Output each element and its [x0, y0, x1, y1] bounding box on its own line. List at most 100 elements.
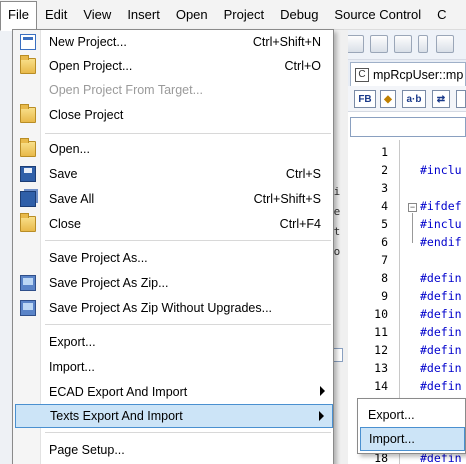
code-line: 3: [348, 179, 466, 197]
menu-item-shortcut: Ctrl+S: [285, 167, 321, 181]
menu-item-label: Save Project As Zip Without Upgrades...: [49, 301, 273, 315]
toolbar-button-2[interactable]: [370, 35, 388, 53]
menu-item-label: Close Project: [49, 108, 124, 122]
menu-open[interactable]: Open: [168, 2, 216, 28]
menu-debug[interactable]: Debug: [272, 2, 326, 28]
code-line: 9 #defin: [348, 287, 466, 305]
code-line: 2 #inclu: [348, 161, 466, 179]
code-text: #inclu: [420, 217, 462, 231]
menu-item-save-all[interactable]: Save All Ctrl+Shift+S: [15, 187, 333, 211]
line-number: 11: [374, 325, 388, 339]
code-line: 5 #inclu: [348, 215, 466, 233]
menu-file[interactable]: File: [0, 0, 37, 31]
menu-item-close-project[interactable]: Close Project: [15, 103, 333, 127]
new-project-icon: [20, 34, 36, 50]
menu-item-close[interactable]: Close Ctrl+F4: [15, 212, 333, 236]
menu-item-label: ECAD Export And Import: [49, 385, 188, 399]
menu-item-page-setup[interactable]: Page Setup...: [15, 438, 333, 462]
submenu-arrow-icon: [320, 386, 325, 396]
menu-item-save-project-as[interactable]: Save Project As...: [15, 246, 333, 270]
menu-item-label: Page Setup...: [49, 443, 125, 457]
computer-icon: [20, 275, 36, 291]
editor-tab-strip: C mpRcpUser::mp: [348, 60, 466, 86]
menu-item-texts-export-and-import[interactable]: Texts Export And Import: [15, 404, 333, 428]
line-number: 12: [374, 343, 388, 357]
menu-source-control[interactable]: Source Control: [326, 2, 429, 28]
ab-button[interactable]: a·b: [402, 90, 426, 108]
code-line: 8 #defin: [348, 269, 466, 287]
line-number: 10: [374, 307, 388, 321]
menu-item-shortcut: Ctrl+Shift+N: [252, 35, 321, 49]
folder-icon: [20, 104, 36, 123]
bookmark-icon[interactable]: ◆: [380, 90, 396, 108]
code-text: #defin: [420, 379, 462, 393]
menu-item-shortcut: Ctrl+Shift+S: [253, 192, 321, 206]
menu-item-label: Save Project As Zip...: [49, 276, 169, 290]
menu-view[interactable]: View: [75, 2, 119, 28]
disk-icon: [20, 166, 36, 182]
menu-item-label: Save: [49, 167, 78, 181]
menu-bar: File Edit View Insert Open Project Debug…: [0, 0, 466, 31]
menu-item-label: Open...: [49, 142, 90, 156]
menu-item-label: New Project...: [49, 35, 127, 49]
toolbar-button-3[interactable]: [394, 35, 412, 53]
folder-icon: [20, 138, 36, 157]
fold-toggle-icon[interactable]: −: [408, 203, 417, 212]
line-number: 7: [381, 253, 388, 267]
menu-item-new-project[interactable]: New Project... Ctrl+Shift+N: [15, 30, 333, 54]
code-line: 10 #defin: [348, 305, 466, 323]
line-number: 3: [381, 181, 388, 195]
menu-item-label: Close: [49, 217, 81, 231]
code-text: #inclu: [420, 163, 462, 177]
fb-button[interactable]: FB: [354, 90, 376, 108]
menu-separator: [45, 432, 331, 433]
menu-item-label: Save Project As...: [49, 251, 148, 265]
folder-icon: [20, 55, 36, 74]
code-line: 14 #defin: [348, 377, 466, 395]
code-line: 11 #defin: [348, 323, 466, 341]
computer-icon: [20, 300, 36, 316]
save-all-icon: [20, 191, 36, 207]
code-line: 7: [348, 251, 466, 269]
menu-separator: [45, 240, 331, 241]
swap-button[interactable]: ⇄: [432, 90, 450, 108]
menu-item-label: Open Project...: [49, 59, 133, 73]
folder-icon: [20, 213, 36, 232]
menu-item-label: Texts Export And Import: [50, 409, 183, 423]
editor-tab-title: mpRcpUser::mp: [373, 67, 464, 82]
submenu-item-import[interactable]: Import...: [360, 427, 465, 451]
code-line: 12 #defin: [348, 341, 466, 359]
line-number: 8: [381, 271, 388, 285]
editor-search-input[interactable]: [350, 117, 466, 137]
menu-item-save-project-as-zip[interactable]: Save Project As Zip...: [15, 271, 333, 295]
menu-item-open-project[interactable]: Open Project... Ctrl+O: [15, 54, 333, 78]
menu-project[interactable]: Project: [216, 2, 272, 28]
c-file-icon: C: [355, 67, 369, 82]
menu-edit[interactable]: Edit: [37, 2, 75, 28]
line-number: 9: [381, 289, 388, 303]
menu-insert[interactable]: Insert: [119, 2, 168, 28]
submenu-item-export[interactable]: Export...: [360, 403, 465, 427]
code-line: 6 #endif: [348, 233, 466, 251]
more-button[interactable]: [456, 90, 466, 108]
menu-more[interactable]: C: [429, 2, 454, 28]
code-text: #defin: [420, 361, 462, 375]
menu-item-import[interactable]: Import...: [15, 355, 333, 379]
menu-item-save-project-as-zip-without-upgrades[interactable]: Save Project As Zip Without Upgrades...: [15, 296, 333, 320]
code-text: #defin: [420, 289, 462, 303]
editor-toolbar: FB ◆ a·b ⇄: [348, 86, 466, 112]
menu-item-label: Open Project From Target...: [49, 83, 203, 97]
toolbar-button-4[interactable]: [436, 35, 454, 53]
menu-item-open[interactable]: Open...: [15, 137, 333, 161]
code-text: #defin: [420, 271, 462, 285]
code-text: #defin: [420, 343, 462, 357]
submenu-arrow-icon: [319, 411, 324, 421]
code-line: 13 #defin: [348, 359, 466, 377]
code-line: 4 #ifdef: [348, 197, 466, 215]
toolbar-button-1[interactable]: [346, 35, 364, 53]
menu-item-save[interactable]: Save Ctrl+S: [15, 162, 333, 186]
menu-item-export[interactable]: Export...: [15, 330, 333, 354]
menu-item-ecad-export-and-import[interactable]: ECAD Export And Import: [15, 380, 333, 404]
editor-tab[interactable]: C mpRcpUser::mp: [350, 62, 466, 86]
toolbar-dropdown[interactable]: [418, 35, 428, 53]
